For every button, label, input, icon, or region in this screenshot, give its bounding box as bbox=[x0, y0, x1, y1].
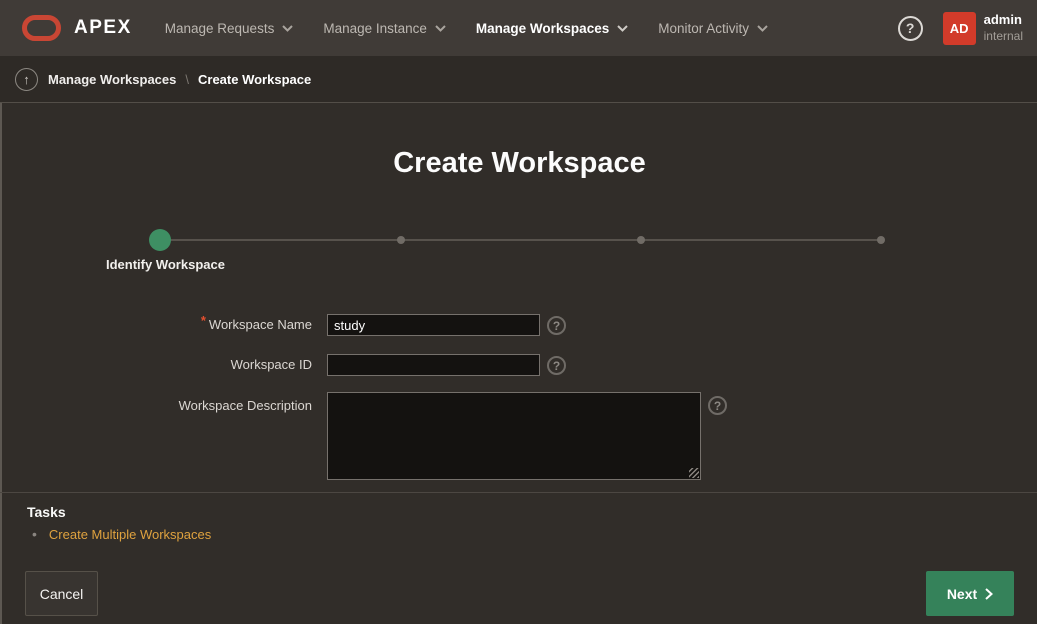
chevron-down-icon bbox=[617, 25, 628, 32]
help-icon[interactable]: ? bbox=[898, 16, 923, 41]
menu-manage-workspaces[interactable]: Manage Workspaces bbox=[461, 0, 643, 56]
workspace-name-label: *Workspace Name bbox=[2, 317, 312, 332]
required-marker: * bbox=[201, 313, 206, 328]
workspace-name-input[interactable] bbox=[327, 314, 540, 336]
bullet-icon: • bbox=[32, 526, 37, 542]
chevron-down-icon bbox=[282, 25, 293, 32]
next-button[interactable]: Next bbox=[926, 571, 1014, 616]
up-arrow-icon[interactable]: ↑ bbox=[15, 68, 38, 91]
workspace-id-input[interactable] bbox=[327, 354, 540, 376]
menu-label: Monitor Activity bbox=[658, 21, 749, 36]
breadcrumb: ↑ Manage Workspaces \ Create Workspace bbox=[0, 56, 1037, 103]
step-dot bbox=[637, 236, 645, 244]
navbar-right: ? AD admin internal bbox=[898, 12, 1037, 45]
tasks-divider bbox=[0, 492, 1037, 493]
menu-label: Manage Instance bbox=[323, 21, 427, 36]
chevron-right-icon bbox=[985, 588, 993, 600]
wizard-progress bbox=[160, 229, 881, 251]
page-title: Create Workspace bbox=[2, 147, 1037, 180]
main-menu: Manage Requests Manage Instance Manage W… bbox=[150, 0, 783, 56]
brand-apex: APEX bbox=[74, 17, 132, 39]
user-org: internal bbox=[984, 29, 1023, 44]
menu-monitor-activity[interactable]: Monitor Activity bbox=[643, 0, 783, 56]
step-dot bbox=[877, 236, 885, 244]
field-help-icon[interactable]: ? bbox=[708, 396, 727, 415]
top-navbar: APEX Manage Requests Manage Instance Man… bbox=[0, 0, 1037, 56]
tasks-heading: Tasks bbox=[27, 504, 66, 520]
oracle-logo-icon bbox=[22, 15, 61, 41]
progress-line bbox=[160, 239, 881, 241]
chevron-down-icon bbox=[757, 25, 768, 32]
cancel-button[interactable]: Cancel bbox=[25, 571, 98, 616]
task-item: • Create Multiple Workspaces bbox=[32, 526, 211, 542]
step-label: Identify Workspace bbox=[106, 257, 225, 272]
breadcrumb-parent-link[interactable]: Manage Workspaces bbox=[48, 72, 176, 87]
user-name: admin bbox=[984, 12, 1023, 28]
next-label: Next bbox=[947, 586, 977, 602]
workspace-description-input[interactable] bbox=[327, 392, 701, 480]
create-multiple-workspaces-link[interactable]: Create Multiple Workspaces bbox=[49, 527, 211, 542]
step-dot bbox=[397, 236, 405, 244]
workspace-description-wrap bbox=[327, 392, 701, 480]
field-help-icon[interactable]: ? bbox=[547, 356, 566, 375]
chevron-down-icon bbox=[435, 25, 446, 32]
menu-label: Manage Requests bbox=[165, 21, 275, 36]
menu-manage-requests[interactable]: Manage Requests bbox=[150, 0, 309, 56]
avatar[interactable]: AD bbox=[943, 12, 976, 45]
breadcrumb-separator: \ bbox=[185, 72, 189, 87]
field-help-icon[interactable]: ? bbox=[547, 316, 566, 335]
step-dot-active bbox=[149, 229, 171, 251]
user-info: admin internal bbox=[984, 12, 1023, 43]
menu-manage-instance[interactable]: Manage Instance bbox=[308, 0, 461, 56]
main-content: Create Workspace Identify Workspace *Wor… bbox=[0, 103, 1037, 624]
workspace-id-label: Workspace ID bbox=[2, 357, 312, 372]
workspace-description-label: Workspace Description bbox=[2, 398, 312, 413]
breadcrumb-current: Create Workspace bbox=[198, 72, 311, 87]
menu-label: Manage Workspaces bbox=[476, 21, 609, 36]
